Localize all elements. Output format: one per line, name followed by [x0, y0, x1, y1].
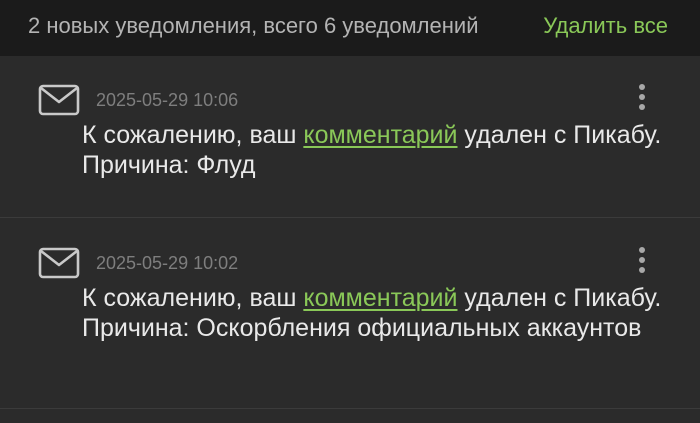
delete-all-button[interactable]: Удалить все — [543, 13, 668, 39]
more-options-button[interactable] — [630, 82, 654, 112]
more-options-button[interactable] — [630, 245, 654, 275]
more-options-icon — [639, 247, 645, 253]
notification-text-before: К сожалению, ваш — [82, 284, 304, 312]
comment-link[interactable]: комментарий — [303, 284, 457, 312]
envelope-icon — [38, 247, 80, 279]
notifications-summary: 2 новых уведомления, всего 6 уведомлений — [28, 13, 479, 38]
notification-text: К сожалению, ваш комментарий удален с Пи… — [82, 120, 672, 180]
notification-date: 2025-05-29 10:02 — [96, 253, 239, 273]
notification-item: 2025-05-29 10:06 К сожалению, ваш коммен… — [0, 56, 700, 218]
envelope-icon — [38, 84, 80, 116]
more-options-icon-dot — [639, 257, 645, 263]
more-options-icon-dot — [639, 104, 645, 110]
notification-item: 2025-05-29 10:02 К сожалению, ваш коммен… — [0, 219, 700, 409]
more-options-icon-dot — [639, 94, 645, 100]
notification-text: К сожалению, ваш комментарий удален с Пи… — [82, 283, 672, 343]
notification-date: 2025-05-29 10:06 — [96, 90, 239, 110]
notifications-header: 2 новых уведомления, всего 6 уведомлений… — [0, 0, 700, 56]
more-options-icon-dot — [639, 267, 645, 273]
notifications-page: 2 новых уведомления, всего 6 уведомлений… — [0, 0, 700, 423]
comment-link[interactable]: комментарий — [303, 121, 457, 149]
notification-text-before: К сожалению, ваш — [82, 121, 304, 149]
more-options-icon — [639, 84, 645, 90]
notification-list: 2025-05-29 10:06 К сожалению, ваш коммен… — [0, 56, 700, 423]
